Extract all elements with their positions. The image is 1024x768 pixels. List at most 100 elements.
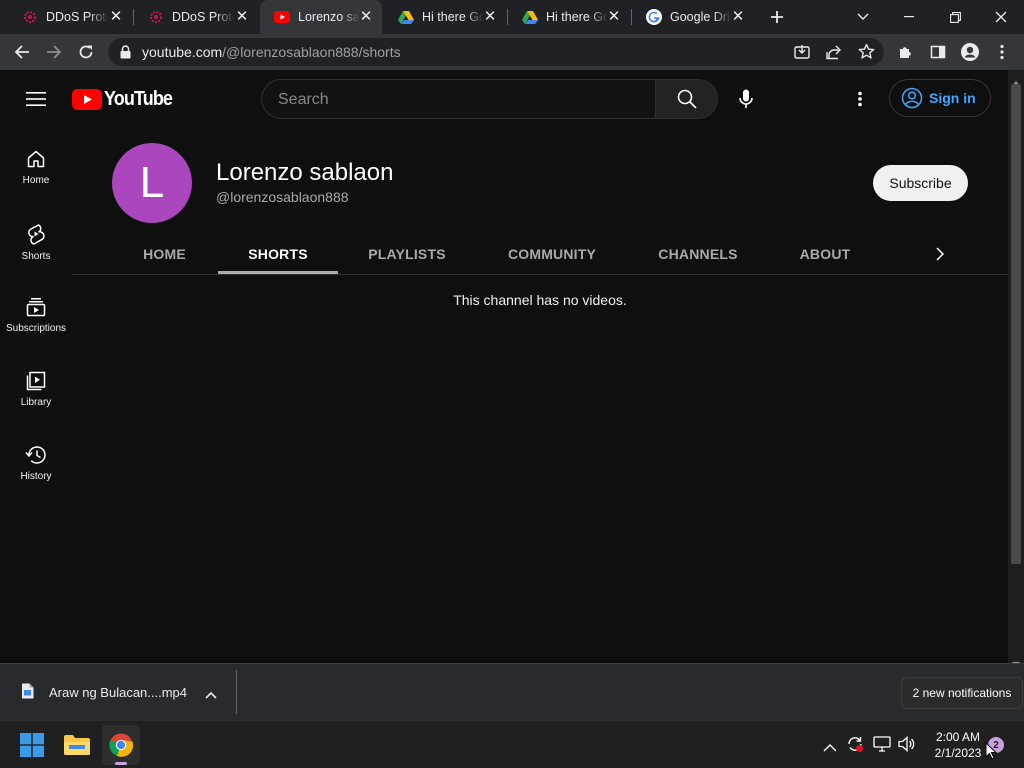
shelf-divider [236, 670, 237, 714]
volume-icon[interactable] [898, 736, 916, 757]
google-drive-icon [522, 9, 538, 25]
browser-tab[interactable]: Google Drive ✕ [632, 0, 754, 34]
address-bar[interactable]: youtube.com/@lorenzosablaon888/shorts [108, 38, 884, 66]
forward-button[interactable] [40, 38, 68, 66]
browser-tab[interactable]: DDoS Protection by Cloudflare ✕ [134, 0, 258, 34]
voice-search-button[interactable] [726, 79, 766, 119]
menu-button[interactable] [24, 89, 48, 109]
taskbar-clock[interactable]: 2:00 AM 2/1/2023 [926, 729, 990, 761]
start-button[interactable] [14, 727, 50, 763]
download-item[interactable]: Araw ng Bulacan....mp4 [0, 664, 236, 720]
tabs-scroll-right-button[interactable] [926, 238, 954, 270]
guide-item-shorts[interactable]: Shorts [0, 209, 72, 283]
sign-in-label: Sign in [929, 90, 976, 106]
youtube-logo-text: YouTube [104, 87, 173, 110]
close-tab-icon[interactable]: ✕ [108, 9, 124, 25]
browser-menu-button[interactable] [988, 38, 1016, 66]
tab-search-button[interactable] [840, 0, 886, 34]
arrow-right-icon [47, 45, 62, 59]
notification-toast[interactable]: 2 new notifications [901, 677, 1023, 709]
arrow-left-icon [14, 45, 29, 59]
notification-text: 2 new notifications [912, 686, 1012, 700]
guide-label: Library [20, 397, 52, 408]
channel-tab-shorts[interactable]: SHORTS [218, 234, 338, 274]
reload-button[interactable] [72, 38, 100, 66]
new-tab-button[interactable] [766, 6, 788, 28]
channel-avatar[interactable]: L [112, 143, 192, 223]
close-tab-icon[interactable]: ✕ [358, 9, 374, 25]
youtube-page: YouTube Sign in Home Shorts Subscription… [0, 70, 1008, 663]
sync-icon[interactable] [846, 735, 864, 758]
minimize-button[interactable] [886, 0, 932, 34]
close-tab-icon[interactable]: ✕ [234, 9, 250, 25]
channel-tab-community[interactable]: COMMUNITY [486, 234, 618, 274]
download-file-name: Araw ng Bulacan....mp4 [49, 685, 188, 700]
search-input[interactable] [278, 89, 638, 111]
browser-tab[interactable]: DDoS Protection by Cloudflare ✕ [8, 0, 132, 34]
sign-in-button[interactable]: Sign in [889, 79, 991, 117]
subscribe-button[interactable]: Subscribe [873, 165, 968, 201]
bookmark-star-icon[interactable] [858, 43, 875, 65]
cloudflare-icon [22, 9, 38, 25]
url-path: /@lorenzosablaon888/shorts [222, 44, 401, 60]
windows-taskbar: 2:00 AM 2/1/2023 2 [0, 720, 1024, 768]
guide-item-home[interactable]: Home [0, 135, 72, 209]
tab-title: Google Drive [670, 10, 732, 24]
settings-menu-button[interactable] [848, 87, 872, 111]
chevron-down-icon [857, 13, 869, 20]
library-icon [26, 371, 46, 391]
tabs-divider [72, 274, 1008, 275]
guide-item-history[interactable]: History [0, 431, 72, 505]
channel-tab-channels[interactable]: CHANNELS [640, 234, 756, 274]
more-vertical-icon [858, 91, 862, 107]
close-window-button[interactable] [978, 0, 1024, 34]
chevron-up-icon[interactable] [823, 739, 837, 757]
guide-item-library[interactable]: Library [0, 357, 72, 431]
channel-tab-home[interactable]: HOME [112, 234, 217, 274]
tab-title: Hi there Google Drive [546, 10, 608, 24]
channel-tab-playlists[interactable]: PLAYLISTS [348, 234, 466, 274]
close-tab-icon[interactable]: ✕ [606, 9, 622, 25]
windows-logo-icon [20, 733, 44, 757]
youtube-icon [274, 9, 290, 25]
download-shelf: Araw ng Bulacan....mp4 2 new notificatio… [0, 663, 1024, 720]
more-vertical-icon [1000, 44, 1004, 60]
reload-icon [79, 45, 93, 59]
side-panel-button[interactable] [924, 38, 952, 66]
youtube-logo[interactable]: YouTube [72, 88, 180, 110]
empty-state-message: This channel has no videos. [453, 292, 627, 308]
restore-icon [949, 11, 961, 23]
profile-button[interactable] [956, 38, 984, 66]
tab-title: DDoS Protection by Cloudflare [46, 10, 108, 24]
google-drive-icon [398, 9, 414, 25]
share-icon[interactable] [826, 44, 842, 65]
restore-button[interactable] [932, 0, 978, 34]
file-explorer-button[interactable] [58, 727, 96, 763]
cloudflare-icon [148, 9, 164, 25]
scrollbar-thumb[interactable] [1011, 84, 1021, 564]
lock-icon[interactable] [120, 45, 131, 64]
search-button[interactable] [655, 79, 718, 119]
channel-tab-about[interactable]: ABOUT [778, 234, 872, 274]
chrome-taskbar-button[interactable] [102, 725, 140, 765]
back-button[interactable] [8, 38, 36, 66]
search-box[interactable] [261, 79, 655, 119]
chevron-up-icon[interactable] [205, 686, 217, 704]
install-app-icon[interactable] [794, 44, 810, 65]
extensions-button[interactable] [892, 38, 920, 66]
chevron-right-icon [936, 247, 944, 261]
microphone-icon [739, 89, 753, 108]
network-icon[interactable] [873, 736, 891, 757]
puzzle-icon [900, 47, 911, 58]
guide-label: Shorts [21, 251, 51, 262]
browser-tab[interactable]: Hi there Google Drive ✕ [384, 0, 506, 34]
side-panel-icon [930, 45, 946, 59]
close-tab-icon[interactable]: ✕ [730, 9, 746, 25]
page-scrollbar[interactable] [1008, 70, 1024, 667]
tab-title: Lorenzo sablaon - YouTube [298, 10, 360, 24]
browser-tab-active[interactable]: Lorenzo sablaon - YouTube ✕ [260, 0, 382, 34]
folder-icon [64, 735, 90, 755]
close-tab-icon[interactable]: ✕ [482, 9, 498, 25]
browser-tab[interactable]: Hi there Google Drive ✕ [508, 0, 630, 34]
avatar-letter: L [139, 158, 165, 207]
